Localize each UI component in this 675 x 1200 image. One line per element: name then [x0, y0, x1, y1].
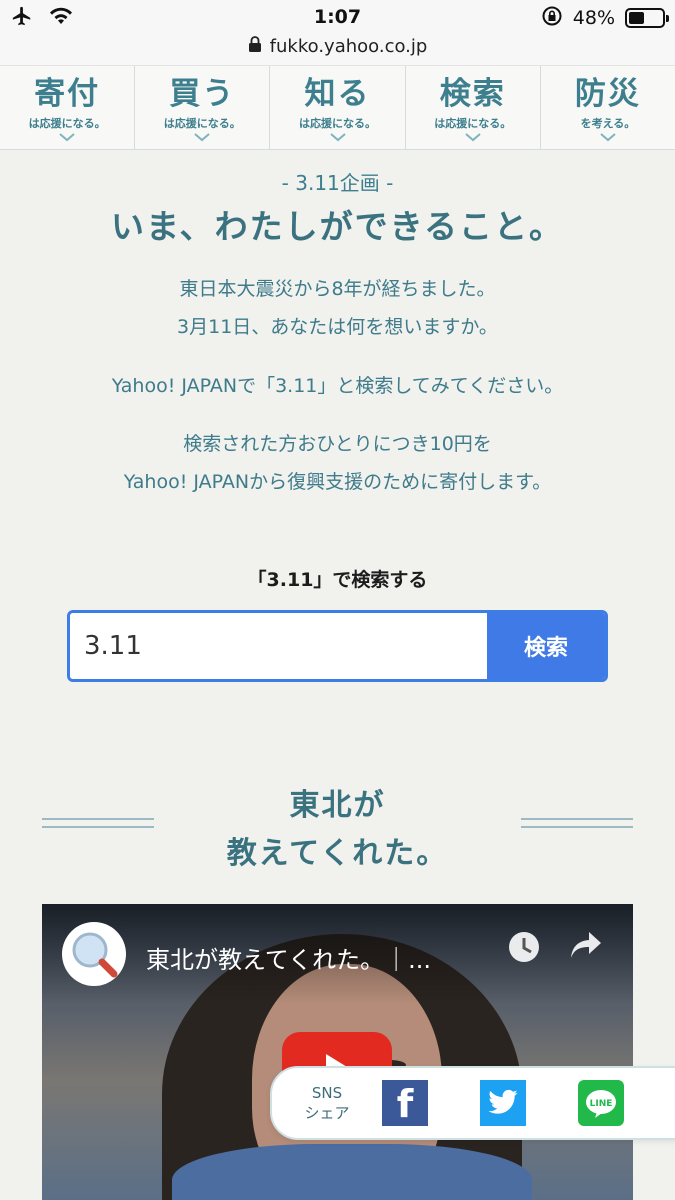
share-arrow-icon[interactable] — [569, 930, 603, 968]
share-label-line: SNS — [311, 1084, 343, 1102]
nav-subtitle: は応援になる。 — [28, 117, 106, 130]
sns-share-panel: SNS シェア f LINE — [270, 1066, 675, 1140]
search-label: 「3.11」で検索する — [247, 569, 428, 591]
nav-item-buy[interactable]: 買う は応援になる。 — [135, 66, 271, 149]
intro-line: 東日本大震災から8年が経ちました。 — [179, 278, 496, 300]
intro-line: 3月11日、あなたは何を想いますか。 — [177, 316, 498, 338]
chevron-down-icon — [59, 133, 75, 142]
intro-paragraph-3: 検索された方おひとりにつき10円を Yahoo! JAPANから復興支援のために… — [0, 425, 675, 501]
battery-percent: 48% — [572, 7, 615, 29]
search-button[interactable]: 検索 — [487, 613, 605, 679]
section-title: 東北が 教えてくれた。 — [0, 782, 675, 878]
nav-item-learn[interactable]: 知る は応援になる。 — [270, 66, 406, 149]
status-bar: 1:07 48% fukko.yahoo.co.jp — [0, 0, 675, 66]
nav-subtitle: は応援になる。 — [163, 117, 241, 130]
nav-title: 知る — [304, 76, 371, 112]
nav-item-donate[interactable]: 寄付 は応援になる。 — [0, 66, 136, 149]
chevron-down-icon — [465, 133, 481, 142]
nav-title: 検索 — [439, 76, 506, 112]
facebook-glyph: f — [396, 1082, 414, 1126]
intro-paragraph-1: 東日本大震災から8年が経ちました。 3月11日、あなたは何を想いますか。 — [0, 270, 675, 346]
campaign-label: - 3.11企画 - — [281, 171, 394, 195]
chevron-down-icon — [194, 133, 210, 142]
chevron-down-icon — [600, 133, 616, 142]
nav-title: 寄付 — [34, 76, 101, 112]
channel-avatar[interactable] — [62, 922, 126, 986]
search-form: 検索 — [67, 610, 608, 682]
intro-line: 検索された方おひとりにつき10円を — [183, 433, 492, 455]
facebook-icon[interactable]: f — [382, 1080, 428, 1126]
nav-subtitle: は応援になる。 — [434, 117, 512, 130]
nav-title: 防災 — [574, 76, 641, 112]
magnifier-icon — [72, 932, 118, 978]
nav-subtitle: を考える。 — [580, 117, 636, 130]
top-nav: 寄付 は応援になる。 買う は応援になる。 知る は応援になる。 検索 は応援に… — [0, 66, 675, 150]
line-icon[interactable]: LINE — [578, 1080, 624, 1126]
video-thumbnail-scarf — [172, 1144, 532, 1200]
chevron-down-icon — [329, 133, 346, 142]
video-player[interactable]: 東北が教えてくれた。｜... — [42, 904, 633, 1200]
nav-item-search[interactable]: 検索 は応援になる。 — [406, 66, 541, 149]
svg-text:LINE: LINE — [590, 1099, 613, 1109]
intro-paragraph-2: Yahoo! JAPANで「3.11」と検索してみてください。 — [111, 375, 564, 397]
lock-icon — [248, 36, 262, 56]
orientation-lock-icon — [541, 5, 563, 31]
watch-later-icon[interactable] — [507, 930, 541, 968]
battery-fill — [629, 12, 645, 24]
intro-line: Yahoo! JAPANから復興支援のために寄付します。 — [123, 471, 552, 493]
twitter-icon[interactable] — [480, 1080, 526, 1126]
nav-title: 買う — [169, 76, 236, 112]
video-title[interactable]: 東北が教えてくれた。｜... — [146, 940, 431, 975]
search-input[interactable] — [70, 613, 487, 679]
section-title-line: 東北が — [289, 788, 386, 823]
address-bar[interactable]: fukko.yahoo.co.jp — [0, 34, 675, 58]
page-headline: いま、わたしができること。 — [110, 207, 565, 246]
url-text: fukko.yahoo.co.jp — [269, 35, 428, 57]
nav-subtitle: は応援になる。 — [299, 117, 376, 130]
share-label-line: シェア — [304, 1104, 350, 1122]
nav-item-disaster-prep[interactable]: 防災 を考える。 — [541, 66, 675, 149]
battery-icon — [625, 8, 669, 28]
share-label: SNS シェア — [272, 1083, 382, 1123]
section-title-line: 教えてくれた。 — [226, 836, 449, 871]
